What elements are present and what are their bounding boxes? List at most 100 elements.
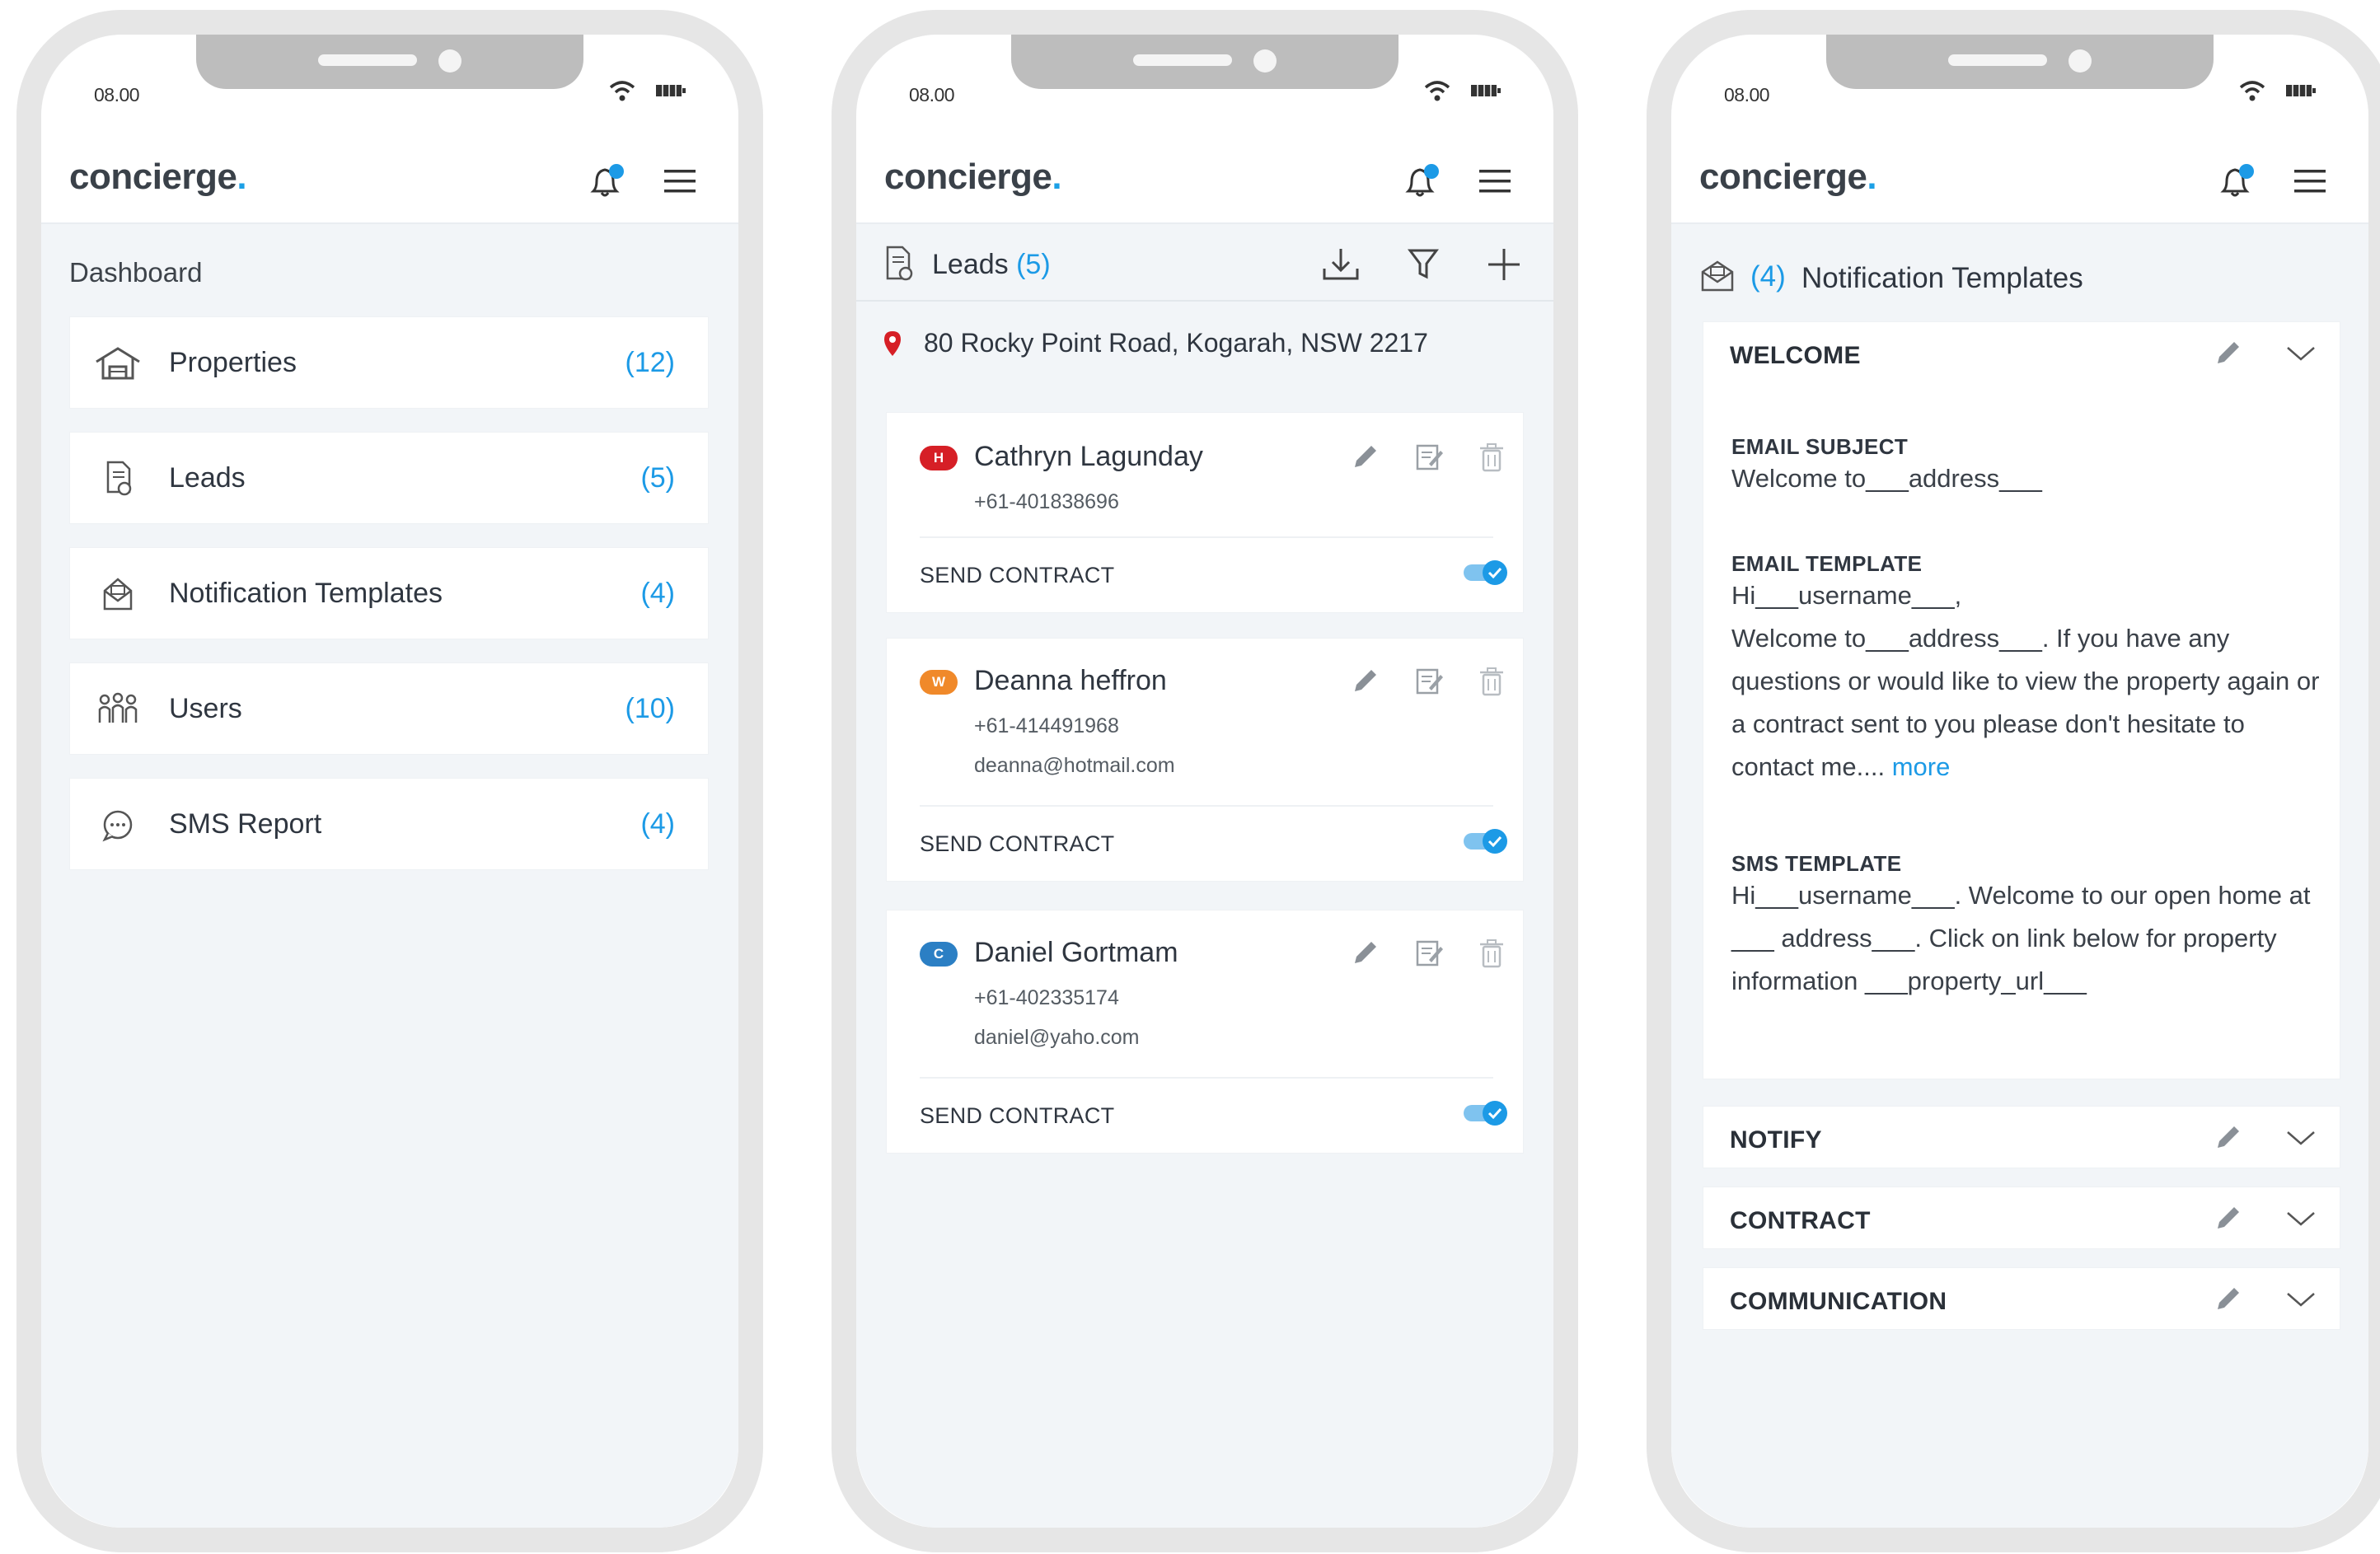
accordion-title: WELCOME [1730, 342, 1861, 369]
add-icon[interactable] [1483, 244, 1525, 285]
accordion-header[interactable]: COMMUNICATION [1703, 1268, 2341, 1331]
envelope-icon [103, 578, 133, 611]
lead-card[interactable]: H Cathryn Lagunday +61-401838696 SEND CO… [886, 412, 1524, 613]
pencil-icon[interactable] [1348, 441, 1381, 474]
chevron-down-icon[interactable] [2285, 1290, 2317, 1309]
accordion-title: COMMUNICATION [1730, 1288, 1947, 1315]
trash-icon[interactable] [1475, 937, 1508, 970]
hamburger-menu-icon[interactable] [664, 168, 696, 194]
hamburger-menu-icon[interactable] [1479, 168, 1511, 194]
document-icon [106, 461, 132, 496]
send-contract-toggle[interactable] [1464, 828, 1508, 854]
sms-template-value: Hi___username___. Welcome to our open ho… [1731, 881, 2311, 995]
lead-status-badge-hot: H [920, 446, 958, 470]
lead-name: Cathryn Lagunday [974, 441, 1203, 472]
filter-icon[interactable] [1402, 244, 1445, 285]
templates-count: (4) [1750, 260, 1786, 293]
lead-email[interactable]: daniel@yaho.com [974, 1026, 1140, 1050]
status-time: 08.00 [94, 84, 140, 105]
accordion-header[interactable]: CONTRACT [1703, 1187, 2341, 1250]
app-logo[interactable]: concierge. [1699, 157, 1877, 198]
status-time: 08.00 [909, 84, 955, 105]
bell-icon[interactable] [2218, 163, 2256, 199]
app-header: concierge. [856, 125, 1553, 224]
phone-notification-templates: 08.00 concierge. Notification Templates … [1647, 10, 2380, 1552]
house-icon [96, 347, 140, 380]
template-contract[interactable]: CONTRACT [1703, 1187, 2340, 1249]
lead-card[interactable]: C Daniel Gortmam +61-402335174 daniel@ya… [886, 910, 1524, 1154]
lead-phone: +61-414491968 [974, 714, 1119, 737]
dashboard-item-users[interactable]: Users (10) [69, 662, 709, 755]
template-notify[interactable]: NOTIFY [1703, 1106, 2340, 1168]
trash-icon[interactable] [1475, 441, 1508, 474]
status-bar: 08.00 [41, 35, 738, 125]
notes-icon[interactable] [1413, 441, 1445, 474]
bell-icon[interactable] [588, 163, 626, 199]
lead-name: Daniel Gortmam [974, 937, 1178, 968]
envelope-icon [1701, 260, 1734, 292]
dashboard-item-notification-templates[interactable]: Notification Templates (4) [69, 547, 709, 639]
templates-screen: 08.00 concierge. Notification Templates … [1671, 35, 2368, 1528]
chevron-down-icon[interactable] [2285, 344, 2317, 363]
wifi-icon [609, 81, 635, 101]
battery-icon [656, 85, 686, 96]
send-contract-toggle[interactable] [1464, 559, 1508, 586]
dashboard-item-sms-report[interactable]: SMS Report (4) [69, 778, 709, 870]
accordion-header[interactable]: NOTIFY [1703, 1107, 2341, 1169]
dashboard-screen: 08.00 concierge. Dashboard Properties (1… [41, 35, 738, 1528]
leads-count: (5) [1016, 249, 1051, 280]
accordion-header[interactable]: WELCOME [1703, 322, 2341, 385]
lead-status-badge-warm: W [920, 670, 958, 695]
battery-icon [1471, 85, 1501, 96]
dashboard-item-properties[interactable]: Properties (12) [69, 316, 709, 409]
lead-name: Deanna heffron [974, 665, 1167, 696]
chevron-down-icon[interactable] [2285, 1128, 2317, 1148]
send-contract-toggle[interactable] [1464, 1100, 1508, 1126]
notch [1011, 35, 1398, 89]
template-welcome: WELCOME EMAIL SUBJECT Welcome to___addre… [1703, 321, 2340, 1079]
pencil-icon[interactable] [1348, 937, 1381, 970]
app-logo[interactable]: concierge. [884, 157, 1062, 198]
divider [920, 536, 1493, 538]
status-bar: 08.00 [1671, 35, 2368, 125]
leads-screen: 08.00 concierge. Leads (5) 80 Rocky Poin… [856, 35, 1553, 1528]
pencil-icon[interactable] [1348, 665, 1381, 698]
pencil-icon[interactable] [2211, 1121, 2244, 1154]
notch [196, 35, 583, 89]
send-contract-label: SEND CONTRACT [920, 563, 1115, 587]
pencil-icon[interactable] [2211, 337, 2244, 370]
notch [1826, 35, 2214, 89]
email-subject-value: Welcome to___address___ [1731, 464, 2042, 493]
notes-icon[interactable] [1413, 665, 1445, 698]
count-badge: (12) [625, 347, 675, 378]
count-badge: (10) [625, 693, 675, 724]
pencil-icon[interactable] [2211, 1202, 2244, 1235]
bell-icon[interactable] [1403, 163, 1441, 199]
more-link[interactable]: more [1892, 752, 1951, 781]
template-communication[interactable]: COMMUNICATION [1703, 1267, 2340, 1330]
pencil-icon[interactable] [2211, 1283, 2244, 1316]
dashboard-item-label: Users [169, 693, 242, 724]
hamburger-menu-icon[interactable] [2294, 168, 2326, 194]
lead-phone: +61-401838696 [974, 490, 1119, 513]
leads-toolbar: Leads (5) [856, 226, 1553, 302]
count-badge: (5) [640, 462, 675, 494]
send-contract-label: SEND CONTRACT [920, 831, 1115, 856]
dashboard-item-label: SMS Report [169, 808, 322, 840]
lead-email[interactable]: deanna@hotmail.com [974, 754, 1175, 778]
notes-icon[interactable] [1413, 937, 1445, 970]
phone-leads: 08.00 concierge. Leads (5) 80 Rocky Poin… [832, 10, 1578, 1552]
dashboard-item-leads[interactable]: Leads (5) [69, 432, 709, 524]
lead-card[interactable]: W Deanna heffron +61-414491968 deanna@ho… [886, 638, 1524, 882]
download-icon[interactable] [1319, 244, 1362, 285]
leads-title: Leads (5) [932, 249, 1051, 280]
dashboard-item-label: Notification Templates [169, 578, 443, 609]
lead-phone: +61-402335174 [974, 986, 1119, 1009]
trash-icon[interactable] [1475, 665, 1508, 698]
chevron-down-icon[interactable] [2285, 1209, 2317, 1229]
app-header: concierge. [1671, 125, 2368, 224]
status-bar: 08.00 [856, 35, 1553, 125]
location-pin-icon [884, 331, 901, 356]
app-logo[interactable]: concierge. [69, 157, 247, 198]
divider [920, 805, 1493, 807]
